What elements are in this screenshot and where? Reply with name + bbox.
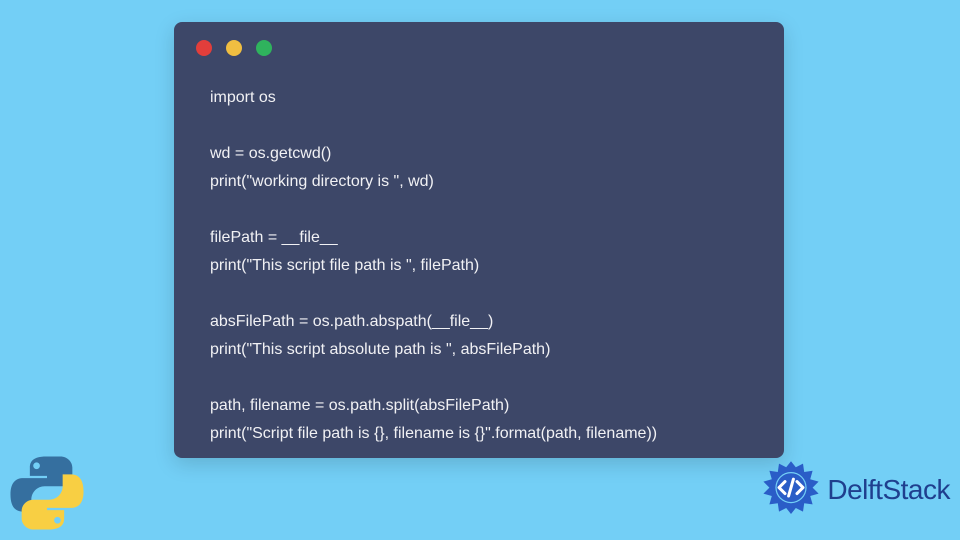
code-line: filePath = __file__ [210, 229, 338, 246]
delftstack-brand: DelftStack [761, 460, 950, 520]
code-line: print("Script file path is {}, filename … [210, 425, 657, 442]
code-line: import os [210, 89, 276, 106]
code-line: print("This script absolute path is ", a… [210, 341, 550, 358]
minimize-icon[interactable] [226, 40, 242, 56]
code-line: absFilePath = os.path.abspath(__file__) [210, 313, 493, 330]
delftstack-badge-icon [761, 460, 821, 520]
code-line: print("working directory is ", wd) [210, 173, 434, 190]
close-icon[interactable] [196, 40, 212, 56]
maximize-icon[interactable] [256, 40, 272, 56]
code-line: path, filename = os.path.split(absFilePa… [210, 397, 509, 414]
window-titlebar [174, 22, 784, 74]
code-line: wd = os.getcwd() [210, 145, 331, 162]
code-line: print("This script file path is ", fileP… [210, 257, 479, 274]
python-logo-icon [6, 452, 88, 534]
canvas: import os wd = os.getcwd() print("workin… [0, 0, 960, 540]
code-window: import os wd = os.getcwd() print("workin… [174, 22, 784, 458]
code-content: import os wd = os.getcwd() print("workin… [210, 84, 760, 438]
delftstack-brand-text: DelftStack [827, 474, 950, 506]
